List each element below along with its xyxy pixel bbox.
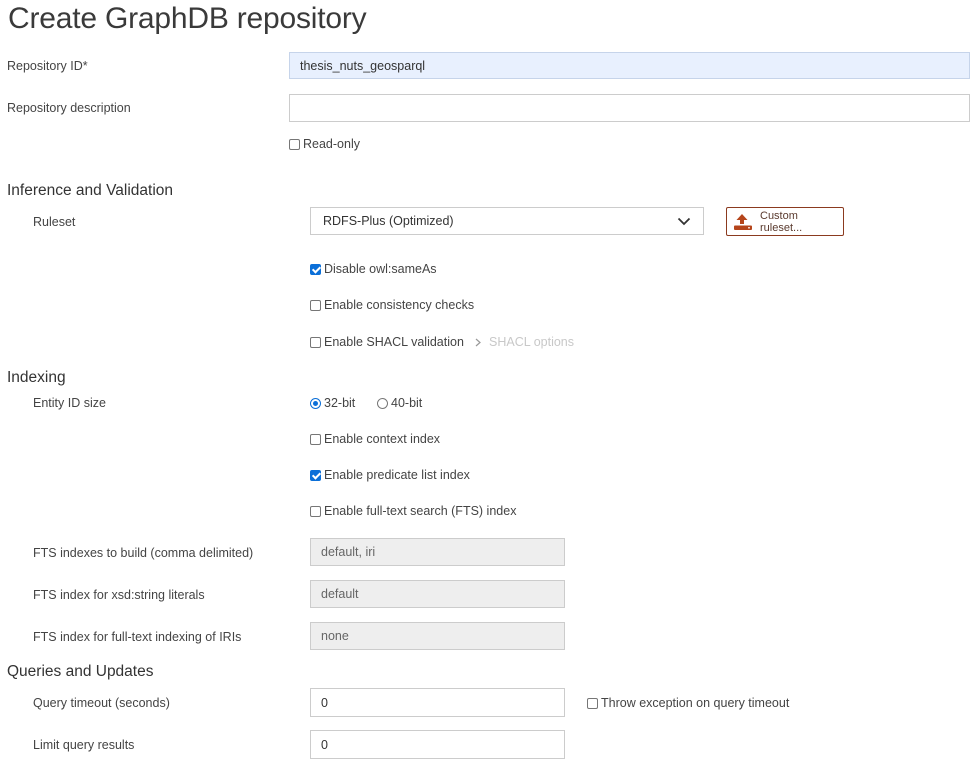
ruleset-select[interactable]: RDFS-Plus (Optimized): [310, 207, 704, 235]
shacl-options-label: SHACL options: [489, 335, 574, 349]
ruleset-label: Ruleset: [33, 215, 76, 229]
fts-build-value: default, iri: [321, 545, 376, 559]
limit-query-value: 0: [321, 737, 328, 752]
consistency-checks-label: Enable consistency checks: [324, 298, 475, 312]
repository-description-input[interactable]: [289, 94, 970, 122]
read-only-checkbox[interactable]: Read-only: [289, 137, 360, 151]
limit-query-label: Limit query results: [33, 738, 135, 752]
consistency-checks-box[interactable]: [310, 299, 321, 311]
query-timeout-value: 0: [321, 695, 328, 710]
read-only-label: Read-only: [303, 137, 360, 151]
fts-index-label: Enable full-text search (FTS) index: [324, 504, 517, 518]
throw-exception-label: Throw exception on query timeout: [601, 696, 790, 710]
disable-sameas-label: Disable owl:sameAs: [324, 262, 437, 276]
shacl-validation-box[interactable]: [310, 336, 321, 348]
entity-id-size-label: Entity ID size: [33, 396, 106, 410]
throw-exception-box[interactable]: [587, 697, 598, 709]
throw-exception-checkbox[interactable]: Throw exception on query timeout: [587, 696, 789, 710]
repository-id-input[interactable]: thesis_nuts_geosparql: [289, 52, 970, 79]
context-index-box[interactable]: [310, 433, 321, 445]
consistency-checks-checkbox[interactable]: Enable consistency checks: [310, 298, 474, 312]
entity-id-40bit-label: 40-bit: [391, 396, 423, 410]
disable-sameas-checkbox[interactable]: Disable owl:sameAs: [310, 262, 437, 276]
ruleset-selected-value: RDFS-Plus (Optimized): [323, 214, 454, 228]
shacl-validation-label: Enable SHACL validation: [324, 335, 464, 349]
chevron-right-icon: [475, 338, 481, 347]
entity-id-32bit-dot[interactable]: [310, 397, 321, 409]
repository-description-label: Repository description: [7, 101, 131, 115]
fts-build-input[interactable]: default, iri: [310, 538, 565, 566]
fts-iri-input[interactable]: none: [310, 622, 565, 650]
upload-icon: [733, 213, 753, 231]
fts-index-checkbox[interactable]: Enable full-text search (FTS) index: [310, 504, 516, 518]
indexing-section-heading: Indexing: [7, 369, 66, 386]
queries-section-heading: Queries and Updates: [7, 663, 154, 680]
entity-id-40bit-dot[interactable]: [377, 397, 388, 409]
custom-ruleset-label: Custom ruleset...: [760, 209, 803, 234]
entity-id-32bit-radio[interactable]: 32-bit: [310, 396, 355, 410]
fts-iri-value: none: [321, 629, 349, 643]
fts-build-label: FTS indexes to build (comma delimited): [33, 546, 254, 560]
context-index-checkbox[interactable]: Enable context index: [310, 432, 440, 446]
predicate-list-label: Enable predicate list index: [324, 468, 470, 482]
predicate-list-checkbox[interactable]: Enable predicate list index: [310, 468, 470, 482]
read-only-box[interactable]: [289, 138, 300, 150]
page-title: Create GraphDB repository: [8, 2, 367, 35]
repository-id-label: Repository ID*: [7, 59, 88, 73]
fts-index-box[interactable]: [310, 505, 321, 517]
entity-id-40bit-radio[interactable]: 40-bit: [377, 396, 422, 410]
fts-string-label: FTS index for xsd:string literals: [33, 588, 205, 602]
entity-id-32bit-label: 32-bit: [324, 396, 356, 410]
limit-query-input[interactable]: 0: [310, 730, 565, 759]
chevron-down-icon: [677, 217, 691, 226]
custom-ruleset-button[interactable]: Custom ruleset...: [726, 207, 844, 236]
context-index-label: Enable context index: [324, 432, 441, 446]
repository-id-value: thesis_nuts_geosparql: [300, 58, 426, 73]
predicate-list-box[interactable]: [310, 469, 321, 481]
inference-section-heading: Inference and Validation: [7, 182, 174, 199]
shacl-validation-checkbox[interactable]: Enable SHACL validation: [310, 335, 464, 349]
disable-sameas-box[interactable]: [310, 263, 321, 275]
query-timeout-input[interactable]: 0: [310, 688, 565, 717]
query-timeout-label: Query timeout (seconds): [33, 696, 170, 710]
shacl-options-toggle[interactable]: SHACL options: [475, 335, 574, 349]
fts-string-value: default: [321, 587, 359, 601]
fts-iri-label: FTS index for full-text indexing of IRIs: [33, 630, 242, 644]
fts-string-input[interactable]: default: [310, 580, 565, 608]
